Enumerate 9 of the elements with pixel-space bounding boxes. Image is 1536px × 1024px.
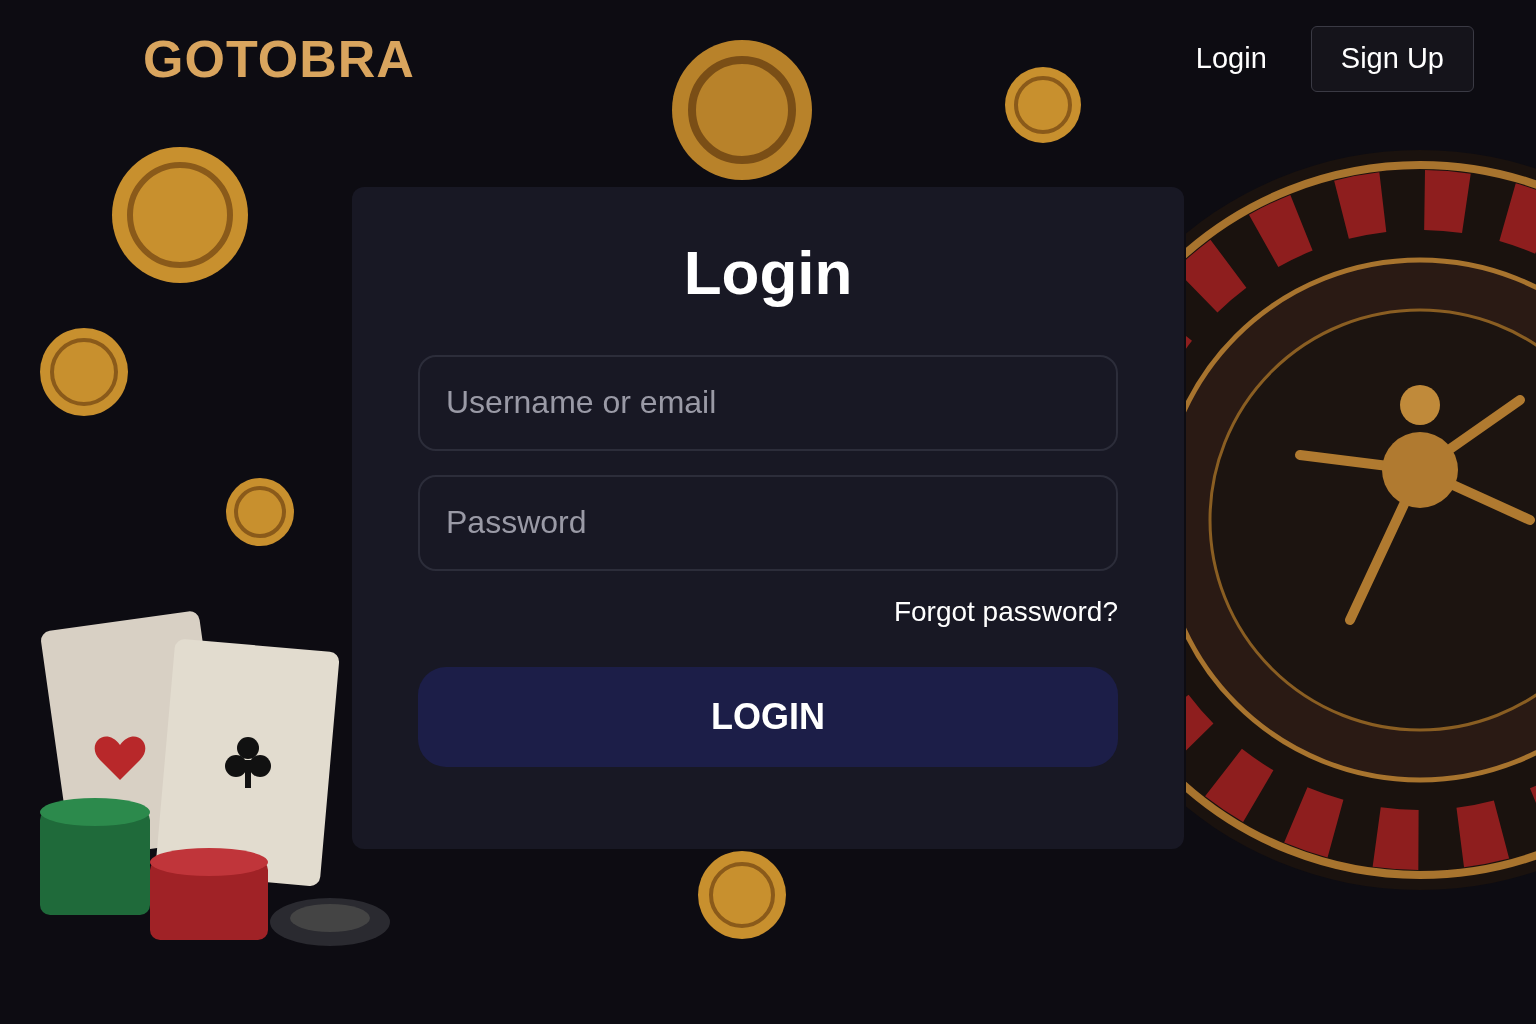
forgot-password-link[interactable]: Forgot password? [893, 590, 1118, 633]
sign-up-button[interactable]: Sign Up [1310, 26, 1474, 92]
logo: GOTOBRA [143, 32, 415, 85]
username-field[interactable]: Username or email [418, 354, 1118, 451]
login-button[interactable]: LOGIN [418, 666, 1118, 767]
coin-drawing [226, 478, 294, 546]
form-title: Login [682, 238, 854, 307]
password-field[interactable]: Password [418, 474, 1118, 571]
login-link[interactable]: Login [1195, 37, 1267, 81]
